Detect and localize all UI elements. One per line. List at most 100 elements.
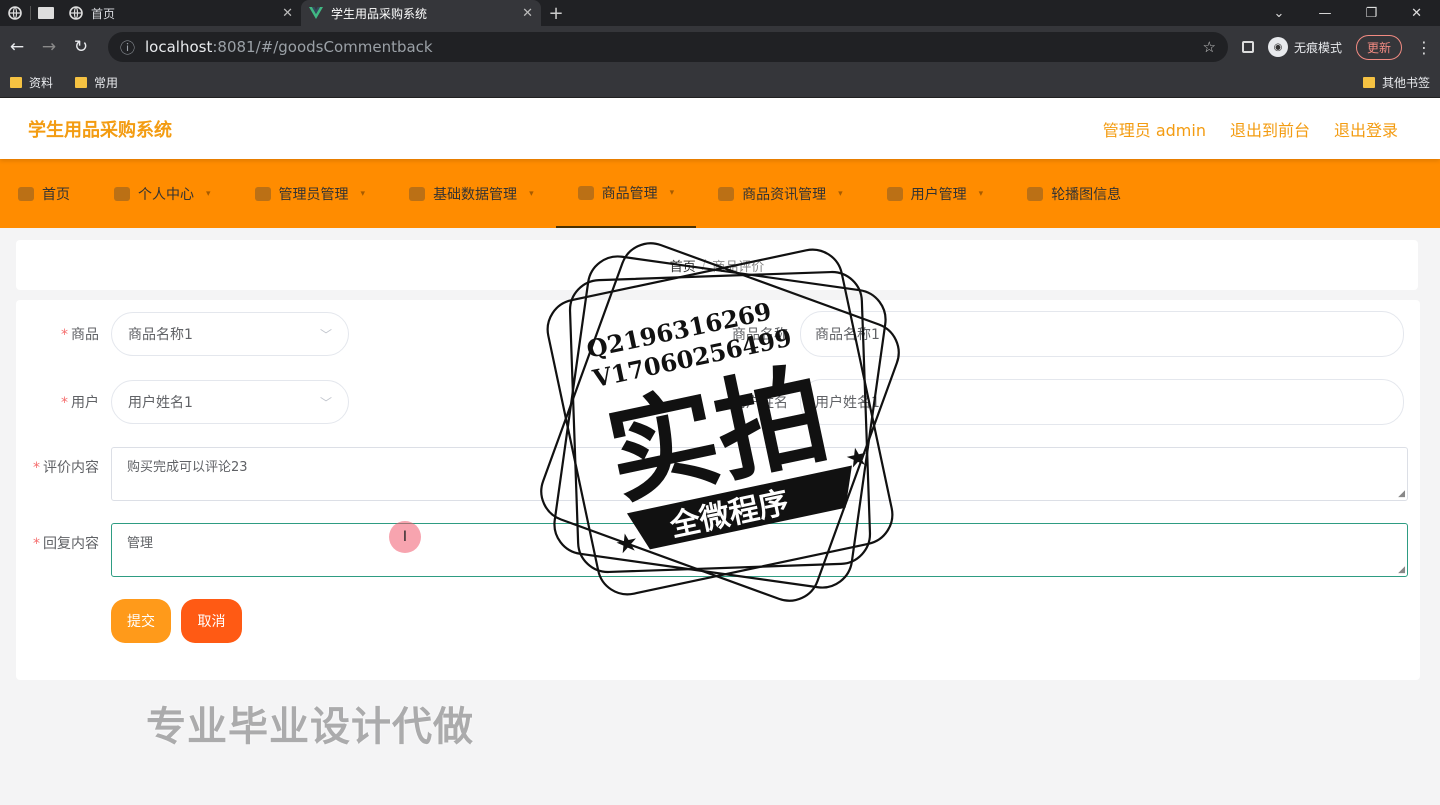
close-tab-icon[interactable]: ✕ [282,6,293,21]
field-label: * 用户 [61,395,99,411]
tab-app[interactable]: 学生用品采购系统 ✕ [301,0,541,26]
field-label: * 商品 [61,327,99,343]
image-icon [1027,186,1044,201]
submit-button[interactable]: 提交 [111,599,171,643]
tab-title: 学生用品采购系统 [331,6,428,21]
folder-icon [1362,77,1375,88]
tab-title: 首页 [91,6,116,21]
url-host: localhost [145,38,213,56]
chevron-down-icon: ﹀ [319,395,332,410]
menu-carousel[interactable]: 轮播图信息 [1027,159,1143,228]
menu-label: 首页 [42,186,70,203]
chevron-down-icon: ▾ [669,187,675,198]
form-row-reply: * 回复内容 管理 ◢ [16,523,1408,577]
reply-value: 管理 [127,536,154,551]
menu-kebab-icon[interactable]: ⋮ [1416,38,1432,57]
address-bar[interactable]: ⓘ localhost:8081/#/goodsCommentback ☆ [108,32,1228,62]
app-header: 学生用品采购系统 管理员 admin 退出到前台 退出登录 [0,98,1440,159]
resize-grip-icon[interactable]: ◢ [1398,489,1405,499]
incognito-label: 无痕模式 [1293,40,1342,55]
chevron-down-icon: ▾ [838,188,843,199]
menu-label: 管理员管理 [278,186,349,203]
admin-user-label[interactable]: 管理员 admin [1103,117,1206,141]
globe-icon [69,6,83,20]
bookmark-folder[interactable]: 资料 [10,74,53,91]
users-icon [886,186,903,201]
goods-name-field[interactable]: 商品名称1 [800,311,1404,357]
goods-name-value: 商品名称1 [815,327,880,343]
menu-label: 个人中心 [138,186,194,203]
comment-reply-form: * 商品 商品名称1 ﹀ 商品名称 商品名称1 * 用户 用户姓名1 ﹀ 用户姓名 … [16,300,1420,680]
grid-icon [409,186,426,201]
new-tab-icon[interactable]: + [541,0,571,26]
close-window-icon[interactable]: ✕ [1411,6,1422,21]
tab-search-icon[interactable]: ⌄ [1274,6,1285,21]
update-button[interactable]: 更新 [1355,34,1402,60]
chevron-down-icon: ▾ [529,188,534,199]
menu-goods-news[interactable]: 商品资讯管理 ▾ [718,159,865,228]
menu-label: 用户管理 [910,186,967,203]
window-controls: ⌄ — ❐ ✕ [1274,0,1440,26]
bookmark-star-icon[interactable]: ☆ [1203,38,1216,56]
close-tab-icon[interactable]: ✕ [522,6,533,21]
menu-users[interactable]: 用户管理 ▾ [886,159,1006,228]
chevron-down-icon: ▾ [206,188,211,199]
text-cursor-indicator: I [389,521,421,553]
header-links: 管理员 admin 退出到前台 退出登录 [1103,117,1412,141]
minimize-icon[interactable]: — [1318,6,1331,21]
globe-icon[interactable] [0,0,30,26]
bookmark-folder[interactable]: 常用 [75,74,118,91]
user-name-field[interactable]: 用户姓名1 [800,379,1404,425]
menu-label: 商品资讯管理 [742,186,827,203]
maximize-icon[interactable]: ❐ [1365,6,1377,21]
folder-icon [75,77,88,88]
resize-grip-icon[interactable]: ◢ [1398,565,1405,575]
news-icon [718,186,735,201]
side-panel-icon[interactable] [1241,41,1254,53]
menu-label: 轮播图信息 [1051,186,1122,203]
breadcrumb-separator: / [701,257,707,273]
menu-profile[interactable]: 个人中心 ▾ [114,159,233,228]
user-select-value: 用户姓名1 [128,395,193,411]
logout-link[interactable]: 退出登录 [1334,117,1398,141]
bookmarks-bar: 资料 常用 其他书签 [0,68,1440,98]
bookmark-label: 资料 [29,76,54,90]
folder-icon [10,77,22,88]
back-icon[interactable]: ← [8,37,26,57]
form-row-user: * 用户 用户姓名1 ﹀ [16,380,349,424]
incognito-icon: ◉ [1267,37,1288,57]
user-select[interactable]: 用户姓名1 ﹀ [111,380,349,424]
field-label: * 回复内容 [33,536,99,552]
comment-textarea[interactable]: 购买完成可以评论23 ◢ [111,447,1408,501]
url-path: :8081/#/goodsCommentback [212,38,433,56]
reload-icon[interactable]: ↻ [72,37,90,57]
cancel-button[interactable]: 取消 [181,599,242,643]
forward-icon[interactable]: → [40,37,58,57]
info-icon[interactable]: ⓘ [120,37,135,58]
user-icon [114,186,130,201]
incognito-indicator[interactable]: ◉ 无痕模式 [1267,37,1342,57]
breadcrumb-home[interactable]: 首页 [670,256,696,275]
goods-select-value: 商品名称1 [128,327,193,343]
tab-home[interactable]: 首页 ✕ [61,0,301,26]
form-row-goods: * 商品 商品名称1 ﹀ [16,312,349,356]
reply-textarea[interactable]: 管理 ◢ [111,523,1408,577]
window-icon[interactable] [31,0,61,26]
menu-admin[interactable]: 管理员管理 ▾ [254,159,388,228]
menu-label: 商品管理 [601,185,658,202]
menu-goods[interactable]: 商品管理 ▾ [555,159,697,228]
other-bookmarks[interactable]: 其他书签 [1362,74,1430,91]
chevron-down-icon: ▾ [978,188,984,199]
menu-basic-data[interactable]: 基础数据管理 ▾ [409,159,556,228]
app-title: 学生用品采购系统 [28,119,172,141]
home-icon [18,186,34,201]
chevron-down-icon: ﹀ [319,327,332,342]
back-to-frontend-link[interactable]: 退出到前台 [1230,117,1310,141]
menu-label: 基础数据管理 [433,186,518,203]
goods-select[interactable]: 商品名称1 ﹀ [111,312,349,356]
form-row-user-name: 用户姓名 用户姓名1 [706,379,1404,425]
admin-icon [254,186,271,201]
menu-home[interactable]: 首页 [18,159,92,228]
main-menu: 首页 个人中心 ▾ 管理员管理 ▾ 基础数据管理 ▾ 商品管理 ▾ 商品资讯管理… [0,159,1440,228]
form-row-goods-name: 商品名称 商品名称1 [706,311,1404,357]
